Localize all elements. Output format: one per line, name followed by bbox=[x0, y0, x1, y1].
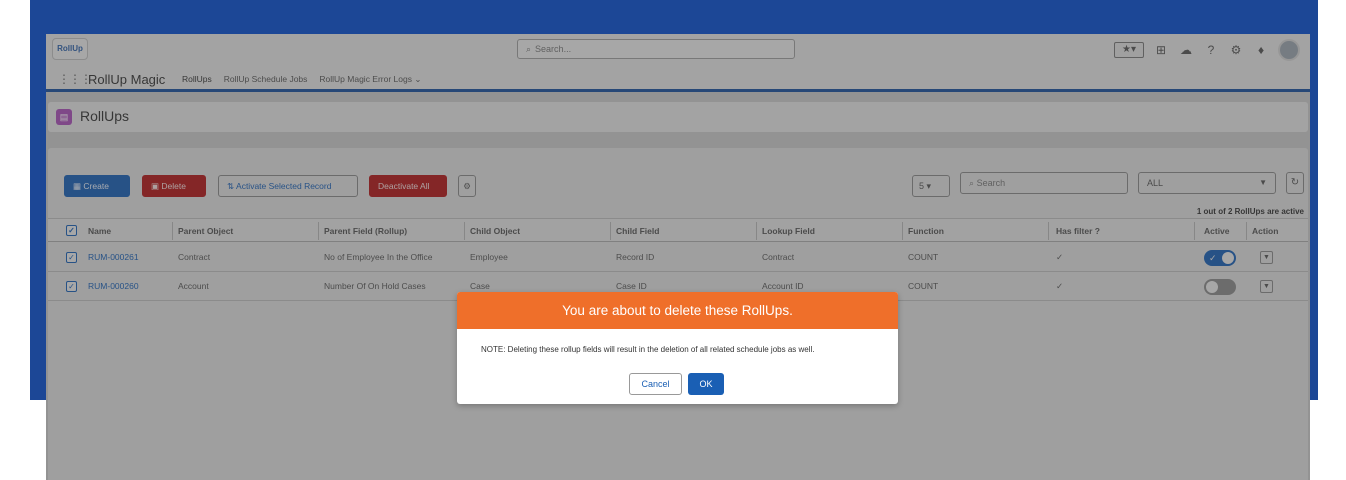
chevron-down-icon: ▼ bbox=[1259, 178, 1267, 187]
column-divider bbox=[1048, 222, 1049, 240]
check-icon: ✓ bbox=[1056, 252, 1064, 262]
favorites-star-icon[interactable]: ★▾ bbox=[1114, 42, 1144, 58]
page-size-value: 5 bbox=[919, 181, 925, 191]
column-divider bbox=[172, 222, 173, 240]
page-title: RollUps bbox=[80, 108, 130, 124]
check-icon: ✓ bbox=[1056, 281, 1064, 291]
check-icon: ✓ bbox=[1209, 253, 1217, 263]
col-active[interactable]: Active bbox=[1204, 219, 1230, 243]
tab-error-logs-label: RollUp Magic Error Logs bbox=[319, 74, 412, 84]
filter-value: ALL bbox=[1147, 178, 1164, 188]
function-cell: COUNT bbox=[908, 281, 939, 291]
delete-label: Delete bbox=[161, 181, 186, 191]
sort-arrows-icon: ⇅ bbox=[227, 181, 235, 191]
global-actions-plus-icon[interactable]: ⊞ bbox=[1153, 42, 1169, 58]
parent-object-cell: Account bbox=[178, 281, 209, 291]
lookup-field-cell: Contract bbox=[762, 252, 795, 262]
column-divider bbox=[902, 222, 903, 240]
col-function[interactable]: Function bbox=[908, 219, 944, 243]
active-toggle[interactable]: ✓ bbox=[1204, 250, 1236, 266]
parent-field-cell: No of Employee In the Office bbox=[324, 252, 433, 262]
ok-button[interactable]: OK bbox=[688, 373, 724, 395]
column-divider bbox=[318, 222, 319, 240]
delete-confirmation-modal: You are about to delete these RollUps. N… bbox=[457, 292, 898, 404]
rollup-magic-logo[interactable]: RollUp bbox=[52, 38, 88, 60]
row-checkbox[interactable]: ✓ bbox=[66, 252, 77, 263]
refresh-icon[interactable]: ↻ bbox=[1286, 172, 1304, 194]
rollup-name-link[interactable]: RUM-000260 bbox=[88, 272, 139, 301]
deactivate-all-button[interactable]: Deactivate All bbox=[369, 175, 447, 197]
table-row: ✓ RUM-000261 Contract No of Employee In … bbox=[48, 243, 1308, 272]
col-name[interactable]: Name bbox=[88, 219, 111, 243]
toggle-knob bbox=[1206, 281, 1218, 293]
table-search-input[interactable]: ⌕ Search bbox=[960, 172, 1128, 194]
row-action-chevron-icon[interactable]: ▼ bbox=[1260, 251, 1273, 264]
nav-tabs: RollUps RollUp Schedule Jobs RollUp Magi… bbox=[176, 66, 428, 92]
select-all-checkbox[interactable]: ✓ bbox=[66, 225, 77, 236]
parent-field-cell: Number Of On Hold Cases bbox=[324, 281, 426, 291]
column-divider bbox=[464, 222, 465, 240]
create-icon: ▦ bbox=[73, 181, 82, 191]
salesforce-app-window: RollUp ⌕ Search... ★▾ ⊞ ☁ ? ⚙ ♦ ⋮⋮⋮ RollU… bbox=[46, 34, 1310, 480]
delete-button[interactable]: ▣ Delete bbox=[142, 175, 206, 197]
trash-icon: ▣ bbox=[151, 181, 160, 191]
trailhead-cloud-icon[interactable]: ☁ bbox=[1178, 42, 1194, 58]
col-parent-field[interactable]: Parent Field (Rollup) bbox=[324, 219, 407, 243]
col-parent-object[interactable]: Parent Object bbox=[178, 219, 233, 243]
tab-rollup-magic-error-logs[interactable]: RollUp Magic Error Logs ⌄ bbox=[313, 66, 427, 92]
activate-selected-record-button[interactable]: ⇅ Activate Selected Record bbox=[218, 175, 358, 197]
search-icon: ⌕ bbox=[526, 44, 532, 54]
chevron-down-icon: ▾ bbox=[926, 181, 932, 191]
col-child-object[interactable]: Child Object bbox=[470, 219, 520, 243]
header-utility-icons: ★▾ ⊞ ☁ ? ⚙ ♦ bbox=[1114, 39, 1300, 61]
table-header: ✓ Name Parent Object Parent Field (Rollu… bbox=[48, 218, 1308, 242]
page-header: ▤ RollUps bbox=[48, 102, 1308, 132]
table-search-placeholder: Search bbox=[976, 178, 1006, 188]
col-has-filter[interactable]: Has filter ? bbox=[1056, 219, 1100, 243]
tab-rollup-schedule-jobs[interactable]: RollUp Schedule Jobs bbox=[218, 66, 314, 92]
setup-gear-icon[interactable]: ⚙ bbox=[1228, 42, 1244, 58]
chevron-down-icon: ⌄ bbox=[414, 74, 422, 84]
column-divider bbox=[610, 222, 611, 240]
create-button[interactable]: ▦ Create bbox=[64, 175, 130, 197]
search-icon: ⌕ bbox=[969, 178, 975, 188]
child-field-cell: Record ID bbox=[616, 252, 655, 262]
settings-gear-icon[interactable]: ⚙ bbox=[458, 175, 476, 197]
col-action[interactable]: Action bbox=[1252, 219, 1278, 243]
tab-rollups[interactable]: RollUps bbox=[176, 66, 218, 92]
app-navigation-bar: ⋮⋮⋮ RollUp Magic RollUps RollUp Schedule… bbox=[46, 66, 1310, 92]
app-launcher-icon[interactable]: ⋮⋮⋮ bbox=[58, 72, 92, 86]
global-search-input[interactable]: ⌕ Search... bbox=[517, 39, 795, 59]
activate-label: Activate Selected Record bbox=[236, 181, 332, 191]
column-divider bbox=[1246, 222, 1247, 240]
notifications-bell-icon[interactable]: ♦ bbox=[1253, 42, 1269, 58]
create-label: Create bbox=[83, 181, 109, 191]
help-icon[interactable]: ? bbox=[1203, 42, 1219, 58]
active-toggle[interactable] bbox=[1204, 279, 1236, 295]
cancel-button[interactable]: Cancel bbox=[629, 373, 682, 395]
col-child-field[interactable]: Child Field bbox=[616, 219, 659, 243]
col-lookup-field[interactable]: Lookup Field bbox=[762, 219, 815, 243]
active-filter-select[interactable]: ALL ▼ bbox=[1138, 172, 1276, 194]
modal-note: NOTE: Deleting these rollup fields will … bbox=[481, 345, 815, 354]
global-header: RollUp ⌕ Search... ★▾ ⊞ ☁ ? ⚙ ♦ bbox=[46, 34, 1310, 66]
row-action-chevron-icon[interactable]: ▼ bbox=[1260, 280, 1273, 293]
child-object-cell: Employee bbox=[470, 252, 508, 262]
modal-title: You are about to delete these RollUps. bbox=[457, 292, 898, 329]
page-size-select[interactable]: 5 ▾ bbox=[912, 175, 950, 197]
active-count-summary: 1 out of 2 RollUps are active bbox=[1196, 207, 1304, 216]
toggle-knob bbox=[1222, 252, 1234, 264]
parent-object-cell: Contract bbox=[178, 252, 211, 262]
column-divider bbox=[756, 222, 757, 240]
global-search-placeholder: Search... bbox=[535, 44, 572, 54]
column-divider bbox=[1194, 222, 1195, 240]
app-name: RollUp Magic bbox=[88, 72, 166, 87]
user-avatar[interactable] bbox=[1278, 39, 1300, 61]
rollup-name-link[interactable]: RUM-000261 bbox=[88, 243, 139, 272]
row-checkbox[interactable]: ✓ bbox=[66, 281, 77, 292]
function-cell: COUNT bbox=[908, 252, 939, 262]
rollups-object-icon: ▤ bbox=[56, 109, 72, 125]
